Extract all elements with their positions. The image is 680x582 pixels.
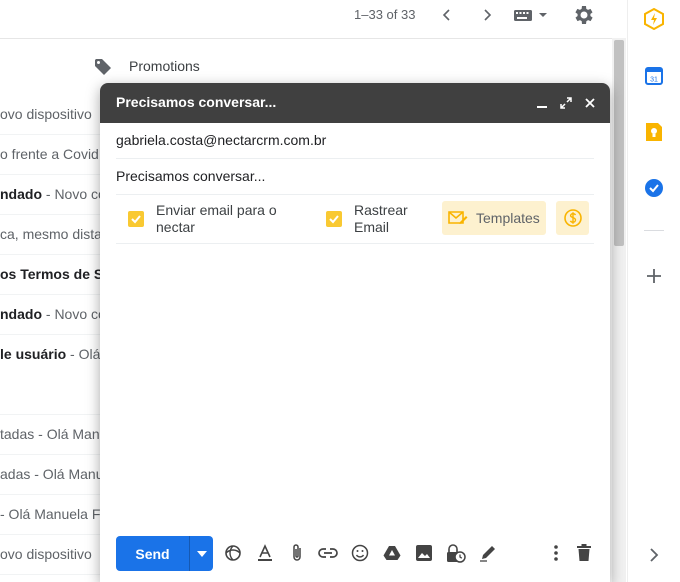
subject-field[interactable]: Precisamos conversar... <box>116 159 594 195</box>
lock-clock-icon <box>447 544 466 563</box>
coin-icon <box>563 209 582 227</box>
next-page-button[interactable] <box>476 4 498 26</box>
minimize-button[interactable] <box>534 95 550 111</box>
pagination-text: 1–33 of 33 <box>354 7 416 22</box>
prev-page-button[interactable] <box>436 4 458 26</box>
email-row[interactable]: adas - Olá Manu <box>0 454 110 495</box>
keyboard-icon <box>514 10 547 21</box>
templates-label: Templates <box>476 210 540 226</box>
expand-icon <box>560 97 572 109</box>
email-row[interactable]: ca, mesmo dista <box>0 214 110 255</box>
deal-button[interactable] <box>556 201 589 235</box>
send-to-nectar-checkbox[interactable] <box>128 211 144 227</box>
promotions-label: Promotions <box>129 58 200 74</box>
track-email-checkbox[interactable] <box>326 211 342 227</box>
plus-icon <box>647 269 661 283</box>
svg-text:31: 31 <box>650 77 658 84</box>
paperclip-icon <box>293 544 301 561</box>
fullscreen-button[interactable] <box>558 95 574 111</box>
send-to-nectar-label: Enviar email para o nectar <box>156 202 277 235</box>
email-row[interactable]: ovo dispositivo <box>0 94 110 135</box>
input-tools-button[interactable] <box>512 6 548 29</box>
discard-draft-button[interactable] <box>573 542 595 564</box>
recipients-field[interactable]: gabriela.costa@nectarcrm.com.br <box>116 123 594 159</box>
addon-row-divider <box>116 243 594 244</box>
compose-title: Precisamos conversar... <box>116 94 277 110</box>
trash-icon <box>577 544 591 561</box>
email-row[interactable]: o frente a Covid <box>0 134 110 175</box>
image-icon <box>416 545 432 561</box>
more-options-button[interactable] <box>545 542 567 564</box>
chevron-left-icon <box>442 9 450 21</box>
keep-icon <box>646 123 662 141</box>
compose-window: Precisamos conversar... gabriela.costa@n… <box>100 83 610 582</box>
list-scrollbar-thumb[interactable] <box>614 40 624 246</box>
check-icon <box>329 215 339 224</box>
tasks-addon-button[interactable] <box>642 176 666 200</box>
text-format-icon <box>258 544 272 561</box>
calendar-icon: 31 <box>645 67 663 85</box>
email-row[interactable]: ndado - Novo co <box>0 174 110 215</box>
email-row[interactable]: le usuário - Olá M <box>0 334 110 375</box>
close-icon <box>585 98 595 108</box>
get-addons-button[interactable] <box>642 264 666 288</box>
email-row[interactable]: ndado - Novo co <box>0 294 110 335</box>
calendar-addon-button[interactable]: 31 <box>642 64 666 88</box>
minimize-icon <box>537 106 547 108</box>
template-envelope-icon <box>448 211 468 224</box>
email-row[interactable]: ovo dispositivo <box>0 534 110 575</box>
check-icon <box>131 215 141 224</box>
templates-button[interactable]: Templates <box>442 201 546 235</box>
nectar-icon <box>644 8 664 30</box>
link-icon <box>318 548 338 558</box>
toolbar-divider <box>0 38 612 39</box>
emoji-icon <box>351 544 369 562</box>
drive-icon <box>383 546 401 560</box>
email-row[interactable]: os Termos de Se <box>0 254 110 295</box>
tag-icon <box>95 59 111 75</box>
insert-photo-button[interactable] <box>413 542 435 564</box>
keep-addon-button[interactable] <box>642 120 666 144</box>
email-row[interactable]: tadas - Olá Manu <box>0 414 110 455</box>
list-section-gap <box>0 374 100 415</box>
more-send-options-button[interactable] <box>189 536 213 571</box>
insert-signature-button[interactable] <box>477 542 499 564</box>
show-side-panel-button[interactable] <box>642 543 666 567</box>
spiral-icon <box>225 545 241 561</box>
chevron-right-icon <box>650 548 659 562</box>
attach-file-button[interactable] <box>286 542 308 564</box>
ai-assist-button[interactable] <box>222 542 244 564</box>
insert-emoji-button[interactable] <box>349 542 371 564</box>
settings-button[interactable] <box>571 3 595 32</box>
insert-drive-button[interactable] <box>381 542 403 564</box>
more-vert-icon <box>554 545 558 561</box>
caret-down-icon <box>196 550 207 557</box>
email-row[interactable]: - Olá Manuela F <box>0 494 110 535</box>
formatting-button[interactable] <box>254 542 276 564</box>
chevron-right-icon <box>484 9 492 21</box>
insert-link-button[interactable] <box>317 542 339 564</box>
send-button[interactable]: Send <box>116 536 189 571</box>
tasks-icon <box>645 179 663 197</box>
message-body[interactable] <box>116 248 594 528</box>
confidential-mode-button[interactable] <box>445 542 467 564</box>
close-button[interactable] <box>582 95 598 111</box>
track-email-label: Rastrear Email <box>354 202 408 235</box>
promotions-tab[interactable] <box>93 57 113 82</box>
compose-header[interactable]: Precisamos conversar... <box>100 83 610 123</box>
side-panel-divider <box>644 230 664 231</box>
gear-icon <box>575 6 593 24</box>
pen-icon <box>480 546 495 562</box>
nectar-addon-button[interactable] <box>642 7 666 31</box>
